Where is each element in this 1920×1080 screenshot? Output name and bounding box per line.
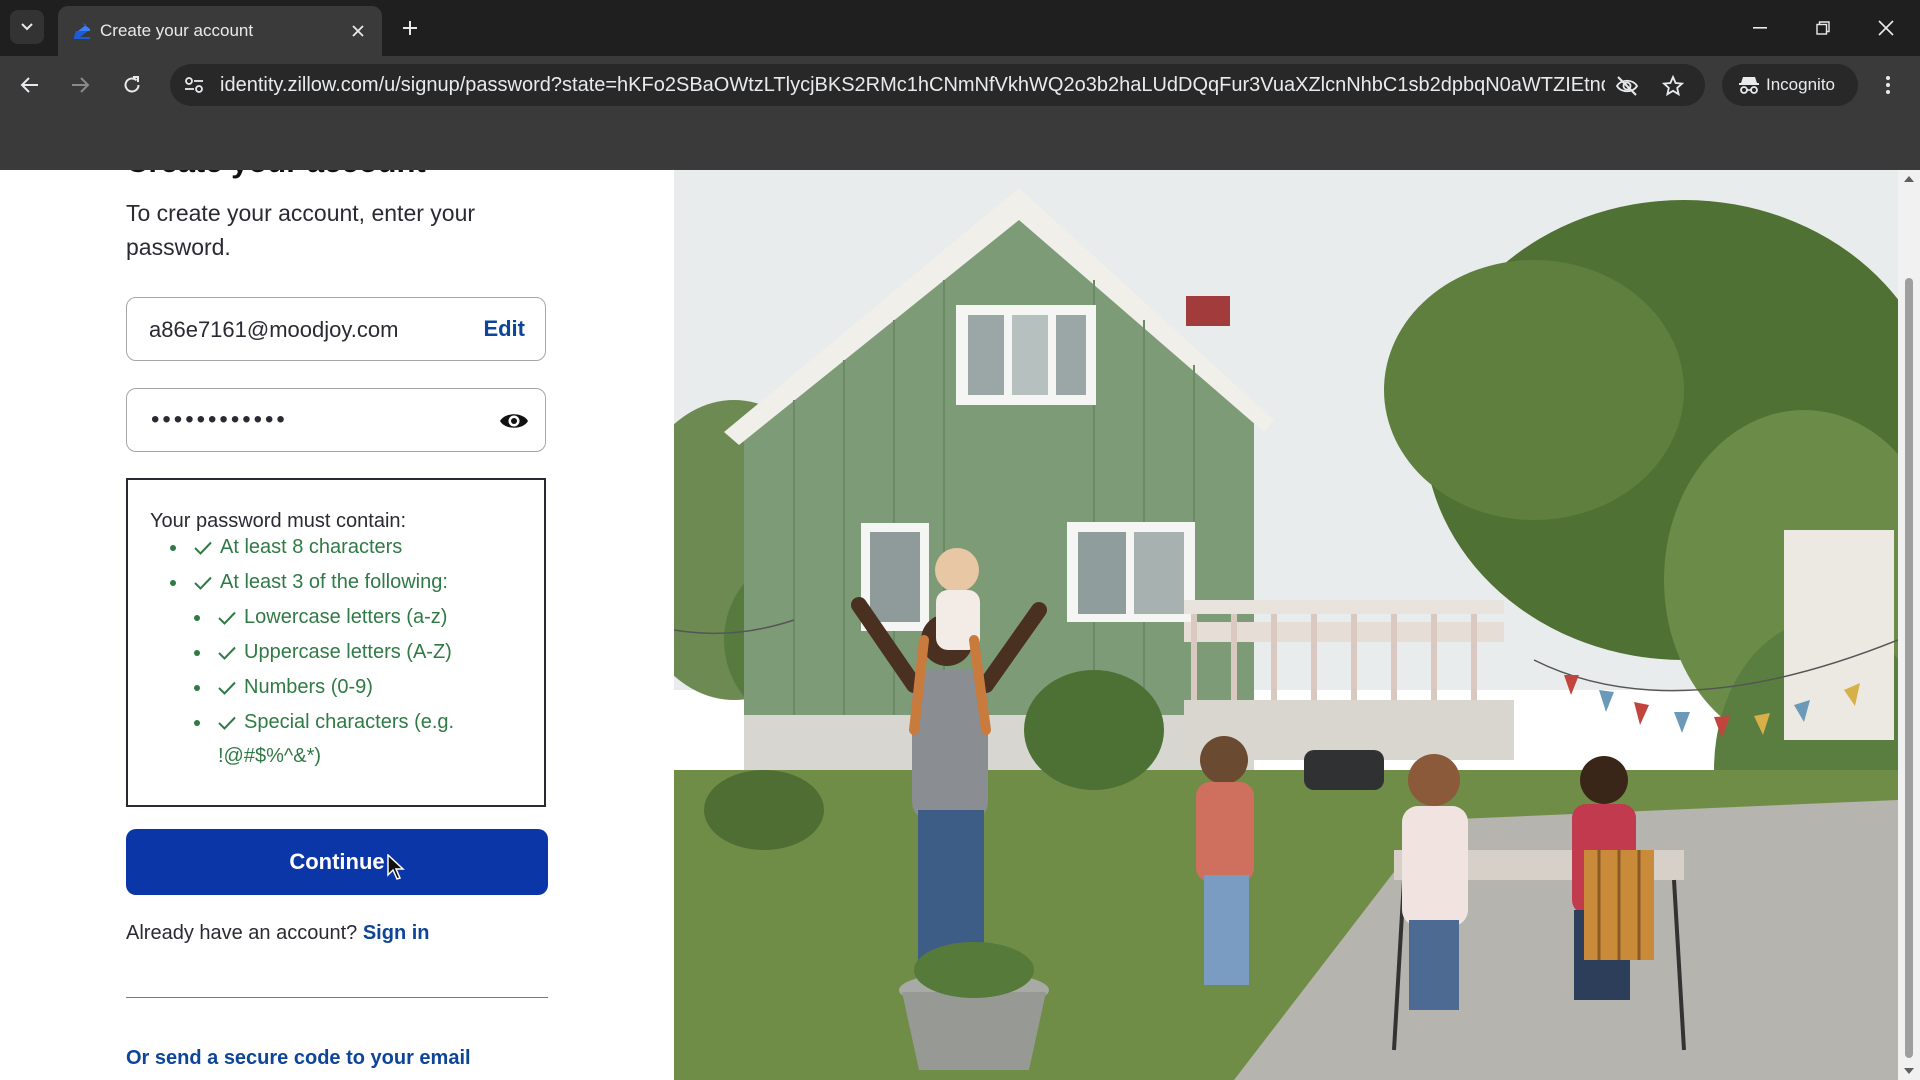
browser-toolbar: identity.zillow.com/u/signup/password?st… [0,56,1920,114]
check-icon [218,681,236,695]
tab-list-button[interactable] [10,10,44,44]
check-icon [194,576,212,590]
page-scrollbar[interactable] [1898,170,1920,1080]
requirement-text: Lowercase letters (a-z) [244,606,448,628]
requirements-title: Your password must contain: [150,510,407,532]
continue-button[interactable]: Continue [126,829,548,895]
close-window-button[interactable] [1856,8,1916,48]
tracking-protection-button[interactable] [1614,73,1640,99]
requirement-text: Numbers (0-9) [244,676,373,698]
signin-row: Already have an account? Sign in [126,922,430,945]
bullet [194,614,200,621]
chevron-down-icon [21,23,33,31]
bullet [170,579,176,586]
requirement-text: Special characters (e.g. [244,711,455,733]
signin-prompt: Already have an account? [126,922,358,944]
requirement-item: Special characters (e.g. [194,711,454,734]
new-tab-button[interactable] [396,14,424,42]
requirement-item: At least 8 characters [170,536,402,559]
minimize-button[interactable] [1730,8,1790,48]
requirement-text: Uppercase letters (A-Z) [244,641,452,663]
email-value: a86e7161@moodjoy.com [149,317,399,342]
plus-icon [403,21,417,35]
mouse-cursor-icon [387,854,405,880]
sign-in-link[interactable]: Sign in [363,922,430,944]
reload-button[interactable] [116,69,148,101]
requirement-text: At least 8 characters [220,536,403,558]
password-input[interactable] [149,405,473,435]
requirement-item: Uppercase letters (A-Z) [194,641,452,664]
bookmark-button[interactable] [1660,73,1686,99]
divider [126,997,548,998]
requirement-item: At least 3 of the following: [170,571,448,594]
hero-image [674,170,1898,1080]
check-icon [194,541,212,555]
reload-icon [124,76,140,93]
minimize-icon [1753,27,1767,29]
family-backyard-illustration [674,170,1898,1080]
bullet [194,684,200,691]
scroll-down-icon[interactable] [1903,1066,1915,1076]
tab-close-button[interactable] [346,19,370,43]
send-code-link[interactable]: Or send a secure code to your email [126,1047,471,1070]
back-icon [20,77,38,93]
scroll-thumb[interactable] [1905,278,1913,1058]
check-icon [218,646,236,660]
incognito-label: Incognito [1766,75,1835,94]
bullet [194,649,200,656]
incognito-indicator[interactable]: Incognito [1722,64,1858,106]
eye-icon [500,414,528,428]
url-text[interactable]: identity.zillow.com/u/signup/password?st… [220,74,1605,97]
restore-button[interactable] [1793,8,1853,48]
browser-tab-bar: Create your account [0,0,1920,56]
forward-icon [72,77,90,93]
requirement-text: At least 3 of the following: [220,571,448,593]
back-button[interactable] [14,69,46,101]
email-field: a86e7161@moodjoy.com Edit [126,297,546,361]
site-info-icon [185,77,203,93]
password-field[interactable] [126,388,546,452]
zillow-favicon [74,23,90,39]
star-icon [1662,75,1684,97]
requirement-text-continued: !@#$%^&*) [218,745,322,767]
forward-button[interactable] [64,69,96,101]
password-requirements: Your password must contain: At least 8 c… [126,478,546,807]
tab-create-account[interactable]: Create your account [58,6,382,56]
show-password-button[interactable] [499,407,529,435]
address-bar[interactable]: identity.zillow.com/u/signup/password?st… [170,64,1705,106]
intro-text: To create your account, enter your passw… [126,200,476,260]
close-window-icon [1878,20,1894,36]
bullet [194,719,200,726]
more-icon [1886,76,1890,94]
browser-info-strip [0,114,1920,170]
tab-title: Create your account [100,21,254,40]
check-icon [218,716,236,730]
scroll-up-icon[interactable] [1903,174,1915,184]
requirement-item: Lowercase letters (a-z) [194,606,447,629]
page-title: Create your account [126,170,426,180]
incognito-icon [1739,77,1759,94]
eye-off-icon [1615,76,1639,96]
edit-email-link[interactable]: Edit [483,316,525,342]
site-info-button[interactable] [182,73,206,97]
bullet [170,544,176,551]
check-icon [218,611,236,625]
requirement-item: Numbers (0-9) [194,676,373,699]
close-icon [352,25,364,37]
browser-menu-button[interactable] [1872,69,1904,101]
restore-icon [1816,21,1830,35]
page-viewport: Create your account To create your accou… [0,170,1920,1080]
